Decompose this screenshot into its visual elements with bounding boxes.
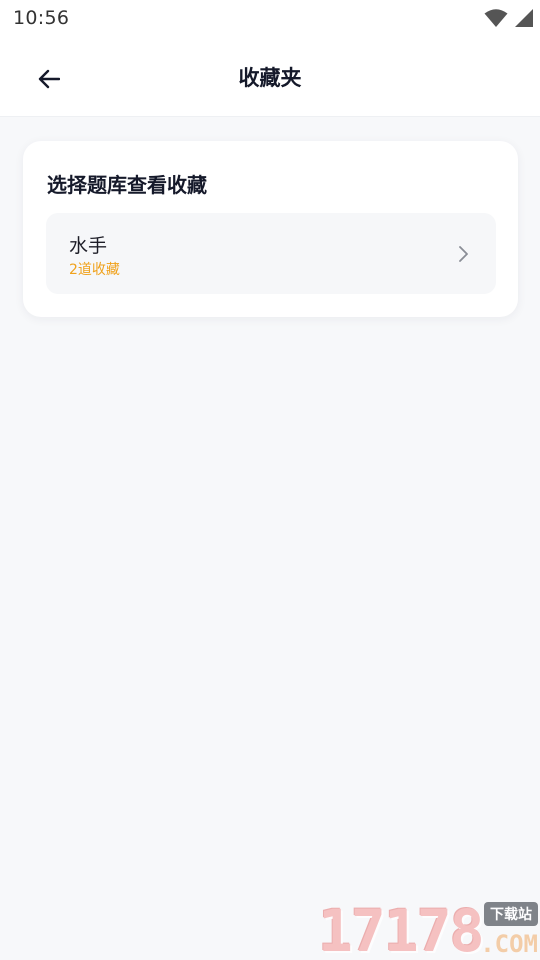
question-bank-item[interactable]: 水手 2道收藏 <box>46 213 496 294</box>
watermark-digits: 17178 <box>318 897 485 960</box>
wifi-icon <box>484 9 508 27</box>
status-time: 10:56 <box>13 7 70 29</box>
status-bar: 10:56 <box>0 0 540 36</box>
favorite-count: 2道收藏 <box>69 262 120 278</box>
question-bank-name: 水手 <box>69 235 108 257</box>
watermark-badge: 下载站 <box>484 902 538 926</box>
cellular-signal-icon <box>515 9 533 27</box>
screen: 10:56 收藏夹 选择题库查看收藏 水手 2道收藏 17178 下载站 .CO… <box>0 0 540 960</box>
app-bar: 收藏夹 <box>0 36 540 117</box>
site-watermark: 17178 下载站 .COM <box>318 900 540 960</box>
page-title: 收藏夹 <box>238 66 302 90</box>
chevron-right-icon <box>459 246 468 262</box>
question-bank-card: 选择题库查看收藏 水手 2道收藏 <box>23 141 518 317</box>
card-title: 选择题库查看收藏 <box>47 173 207 197</box>
watermark-suffix: .COM <box>480 930 538 958</box>
